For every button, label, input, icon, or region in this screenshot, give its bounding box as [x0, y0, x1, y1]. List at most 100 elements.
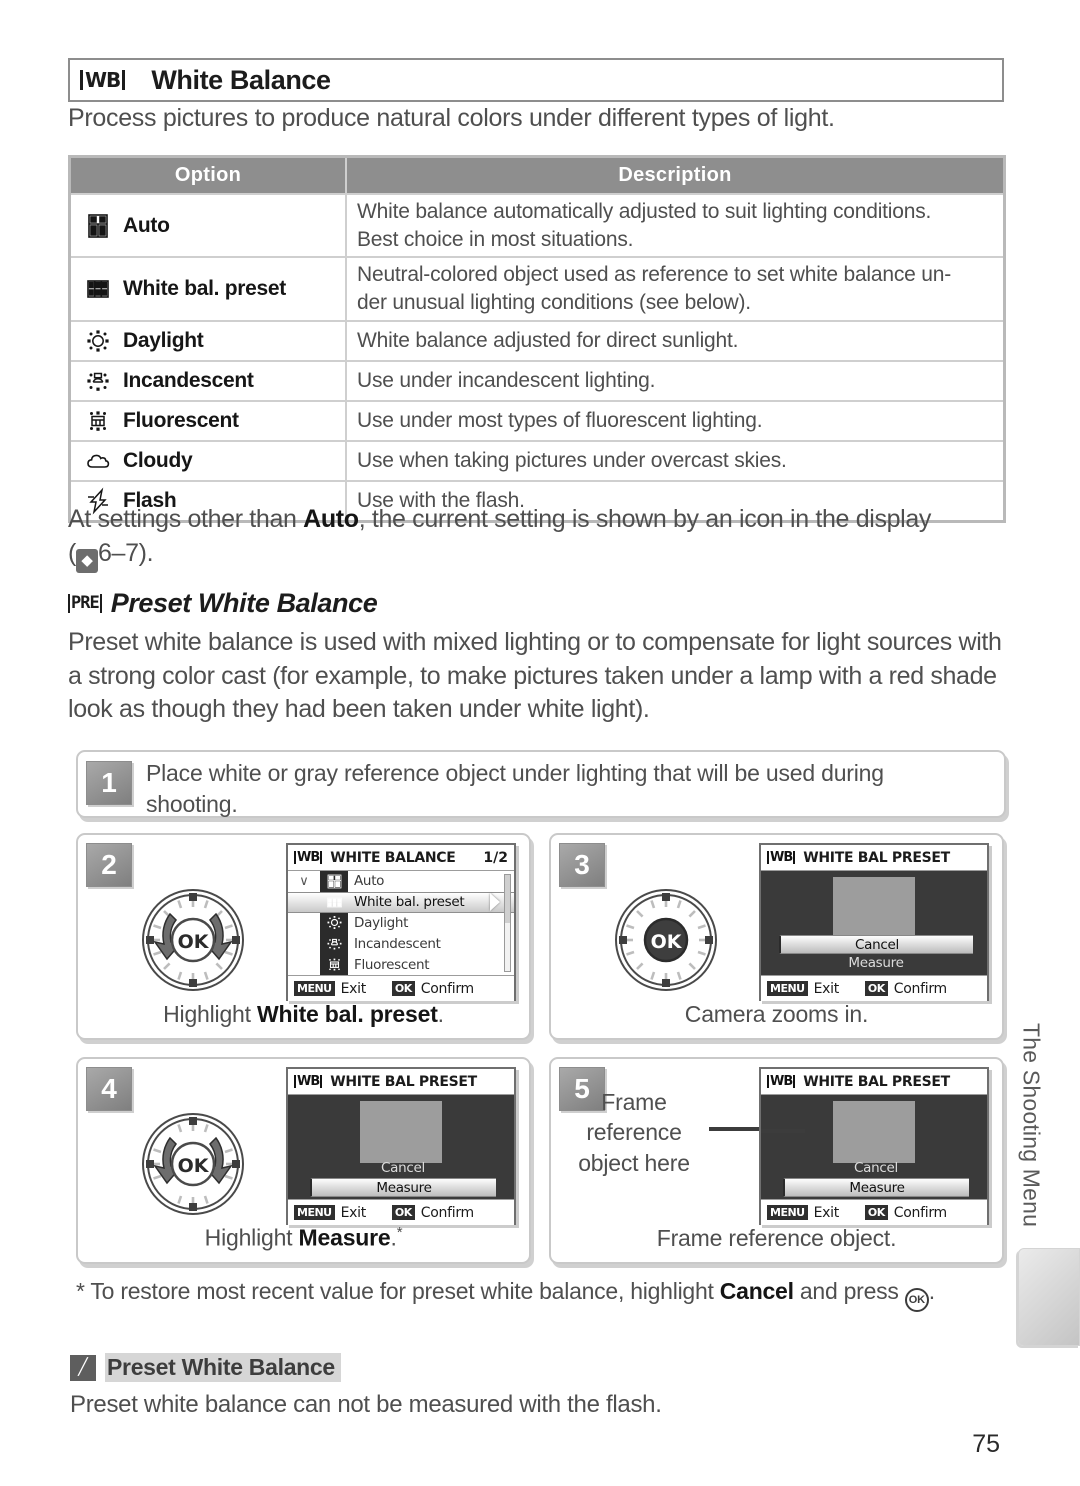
screen-footer: MENU Exit OK Confirm — [288, 1199, 514, 1225]
page-number: 75 — [972, 1430, 1000, 1458]
ok-button-icon[interactable]: OK — [864, 1205, 888, 1220]
measure-button[interactable]: Measure — [783, 954, 969, 973]
step-3-caption: Camera zooms in. — [684, 1001, 869, 1027]
fluorescent-icon — [81, 406, 115, 436]
footnote-bold: Cancel — [719, 1278, 794, 1304]
scrollbar-thumb[interactable] — [505, 875, 510, 923]
step-1-text: Place white or gray reference object und… — [146, 758, 884, 820]
camera-screen-step3: WB WHITE BAL PRESET Cancel Measure MENU … — [759, 843, 989, 1001]
note-part1: At settings other than — [68, 505, 304, 533]
menu-item-auto[interactable]: ∨ Auto — [288, 871, 514, 892]
intro-text: Process pictures to produce natural colo… — [68, 104, 835, 132]
option-label: Incandescent — [123, 368, 254, 392]
page-title: White Balance — [151, 64, 331, 95]
note-part2: , the current setting is shown by an ico… — [358, 505, 932, 533]
tip-body: Preset white balance can not be measured… — [70, 1391, 662, 1418]
step-number-badge: 1 — [86, 761, 132, 805]
ok-action-label: Confirm — [420, 1204, 474, 1221]
step-2-box: 2 OK WB WHITE BALANCE 1/2 ∨ Auto White b… — [76, 833, 531, 1040]
multi-selector-dial-updown[interactable]: OK — [140, 1111, 246, 1217]
ok-button-icon[interactable]: OK — [864, 981, 888, 996]
menu-button-icon[interactable]: MENU — [294, 1205, 335, 1220]
table-row: Auto White balance automatically adjuste… — [71, 192, 1003, 258]
reference-target-area — [360, 1101, 442, 1163]
cancel-button[interactable]: Cancel — [310, 1159, 496, 1178]
leader-line-inner — [761, 1129, 805, 1133]
section-title-bar: WB White Balance — [68, 58, 1004, 102]
caption-bold: Measure — [298, 1225, 391, 1251]
preset-body-text: Preset white balance is used with mixed … — [68, 628, 1002, 723]
caption-suffix: . — [437, 1001, 444, 1027]
option-description-line: Neutral-colored object used as reference… — [357, 263, 952, 287]
ok-action-label: Confirm — [893, 1204, 947, 1221]
svg-text:OK: OK — [178, 1155, 210, 1177]
screen-header: WB WHITE BAL PRESET — [761, 1069, 987, 1095]
chapter-thumb-tab — [1018, 1248, 1080, 1346]
caption-prefix: Highlight — [163, 1001, 258, 1027]
ok-button-icon[interactable]: OK — [391, 981, 415, 996]
screen-title: WHITE BAL PRESET — [330, 1073, 477, 1090]
menu-item-incandescent[interactable]: Incandescent — [288, 933, 514, 954]
step-5-caption: Frame reference object. — [656, 1225, 897, 1251]
auto-wb-icon — [81, 211, 115, 241]
menu-button-icon[interactable]: MENU — [767, 1205, 808, 1220]
table-row: Daylight White balance adjusted for dire… — [71, 319, 1003, 361]
daylight-icon — [81, 326, 115, 356]
step-1-line1: Place white or gray reference object und… — [146, 760, 884, 786]
option-label: Daylight — [123, 328, 204, 352]
white-balance-icon: WB — [767, 851, 796, 864]
note-bold: Auto — [303, 505, 359, 533]
screen-preview-area: Cancel Measure — [288, 1095, 514, 1199]
screen-menu-list: ∨ Auto White bal. preset Daylight Incand… — [288, 871, 514, 975]
option-description-line: White balance automatically adjusted to … — [357, 200, 932, 223]
camera-screen-step5: WB WHITE BAL PRESET Cancel Measure MENU … — [759, 1067, 989, 1225]
step-number-badge: 4 — [86, 1067, 132, 1111]
note-reference: 6–7). — [97, 538, 154, 567]
side-tab-label: The Shooting Menu — [1018, 1022, 1045, 1228]
menu-item-label: Fluorescent — [354, 956, 430, 973]
option-description-line: Use under incandescent lighting. — [357, 369, 656, 393]
step-5-box: 5 Frame reference object here WB WHITE B… — [549, 1057, 1004, 1264]
screen-title: WHITE BAL PRESET — [803, 849, 950, 866]
pencil-note-icon: ╱ — [70, 1354, 96, 1381]
white-balance-icon: WB — [767, 1075, 796, 1088]
option-label: Auto — [123, 213, 170, 237]
menu-item-label: Incandescent — [354, 935, 441, 952]
ok-button-icon[interactable]: OK — [391, 1205, 415, 1220]
multi-selector-dial-updown[interactable]: OK — [140, 887, 246, 993]
menu-item-white-bal-preset[interactable]: White bal. preset — [288, 891, 514, 913]
menu-action-label: Exit — [813, 980, 840, 997]
scrollbar[interactable] — [504, 874, 511, 972]
preset-wb-icon — [320, 893, 348, 911]
menu-action-label: Exit — [340, 980, 367, 997]
screen-footer: MENU Exit OK Confirm — [288, 975, 514, 1001]
measure-button[interactable]: Measure — [310, 1178, 496, 1197]
ok-button-icon: OK — [904, 1288, 929, 1312]
menu-button-icon[interactable]: MENU — [767, 981, 808, 996]
option-label: Cloudy — [123, 448, 193, 472]
screen-header: WB WHITE BAL PRESET — [761, 845, 987, 871]
measure-button[interactable]: Measure — [783, 1178, 969, 1197]
option-description-line: White balance adjusted for direct sunlig… — [357, 329, 739, 353]
footnote-part2: and press — [793, 1278, 905, 1304]
subsection-heading: PRE Preset White Balance — [68, 588, 378, 619]
step-1-box: 1 Place white or gray reference object u… — [76, 750, 1006, 818]
cancel-button[interactable]: Cancel — [779, 935, 973, 954]
footnote-end: . — [928, 1278, 935, 1304]
current-setting-check-icon: ∨ — [299, 873, 309, 889]
step-number-badge: 3 — [559, 843, 605, 887]
option-description-line: der unusual lighting conditions (see bel… — [357, 291, 751, 315]
menu-item-fluorescent[interactable]: Fluorescent — [288, 954, 514, 975]
menu-item-label: Daylight — [354, 914, 409, 931]
cancel-button[interactable]: Cancel — [783, 1159, 969, 1178]
step-4-box: 4 OK WB WHITE BAL PRESET Cancel Measure … — [76, 1057, 531, 1264]
manual-page: WB White Balance Process pictures to pro… — [0, 0, 1080, 1486]
table-row: Cloudy Use when taking pictures under ov… — [71, 439, 1003, 481]
auto-wb-icon — [320, 872, 348, 890]
option-description-line: Use under most types of fluorescent ligh… — [357, 409, 763, 433]
multi-selector-dial-ok[interactable]: OK — [613, 887, 719, 993]
menu-button-icon[interactable]: MENU — [294, 981, 335, 996]
menu-item-daylight[interactable]: Daylight — [288, 913, 514, 934]
book-reference-icon: ◆ — [75, 548, 98, 573]
table-row: Fluorescent Use under most types of fluo… — [71, 399, 1003, 441]
